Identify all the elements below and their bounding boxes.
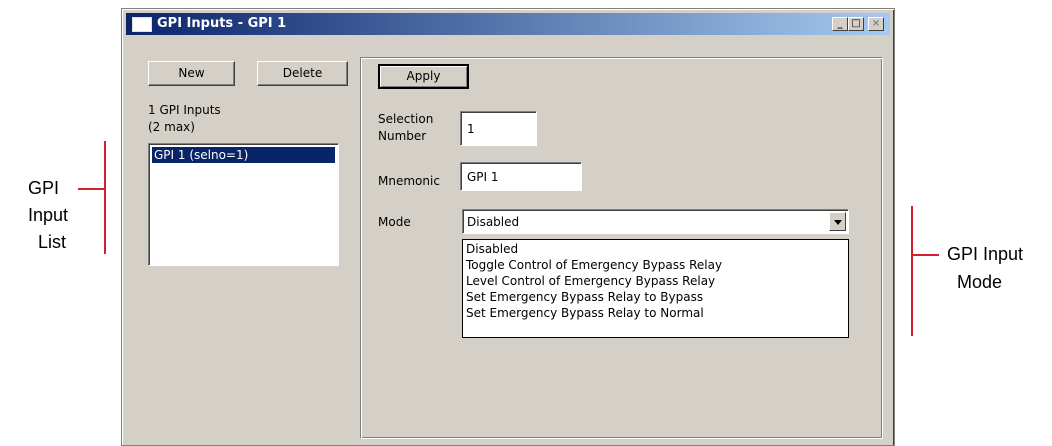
selection-number-value: 1 <box>467 122 475 136</box>
callout-right-line2: Mode <box>957 272 1003 292</box>
mnemonic-label: Mnemonic <box>378 174 440 188</box>
mode-selected-value: Disabled <box>467 215 520 229</box>
selection-number-label-line1: Selection <box>378 112 434 126</box>
title-bar[interactable]: GPI Inputs - GPI 1 _ □ × <box>126 13 890 35</box>
callout-left-bracket <box>104 141 106 254</box>
gpi-input-list[interactable]: GPI 1 (selno=1) <box>148 143 339 266</box>
mode-option[interactable]: Toggle Control of Emergency Bypass Relay <box>463 257 848 273</box>
selection-number-label-line2: Number <box>378 129 427 143</box>
mode-option[interactable]: Set Emergency Bypass Relay to Bypass <box>463 289 848 305</box>
callout-left-connector <box>78 188 104 190</box>
mode-option[interactable]: Set Emergency Bypass Relay to Normal <box>463 305 848 321</box>
gpi-inputs-window: GPI Inputs - GPI 1 _ □ × New Delete 1 GP… <box>121 8 895 446</box>
callout-right-line1: GPI Input <box>947 244 1024 264</box>
apply-button[interactable]: Apply <box>378 64 469 89</box>
new-button[interactable]: New <box>148 61 235 86</box>
chevron-down-icon <box>834 220 842 225</box>
gpi-max-label: (2 max) <box>148 120 195 134</box>
window-icon <box>132 17 152 32</box>
mode-options-list[interactable]: Disabled Toggle Control of Emergency Byp… <box>462 239 849 338</box>
callout-left-line1: GPI <box>28 178 60 198</box>
callout-left-line3: List <box>38 232 67 252</box>
mode-label: Mode <box>378 215 411 229</box>
gpi-count-label: 1 GPI Inputs <box>148 103 221 117</box>
minimize-button[interactable]: _ <box>832 17 848 31</box>
list-item[interactable]: GPI 1 (selno=1) <box>152 147 335 163</box>
callout-right-connector <box>913 254 939 256</box>
close-button[interactable]: × <box>868 17 884 31</box>
callout-right-bracket <box>911 206 913 336</box>
selection-number-input[interactable]: 1 <box>460 111 537 146</box>
mnemonic-input[interactable]: GPI 1 <box>460 162 582 191</box>
window-title: GPI Inputs - GPI 1 <box>157 16 287 31</box>
mnemonic-value: GPI 1 <box>467 170 499 184</box>
mode-option[interactable]: Disabled <box>463 241 848 257</box>
mode-option[interactable]: Level Control of Emergency Bypass Relay <box>463 273 848 289</box>
callout-left-line2: Input <box>28 205 69 225</box>
mode-dropdown-button[interactable] <box>829 212 846 231</box>
mode-select[interactable]: Disabled <box>462 209 849 234</box>
delete-button[interactable]: Delete <box>257 61 348 86</box>
maximize-button[interactable]: □ <box>848 17 864 31</box>
